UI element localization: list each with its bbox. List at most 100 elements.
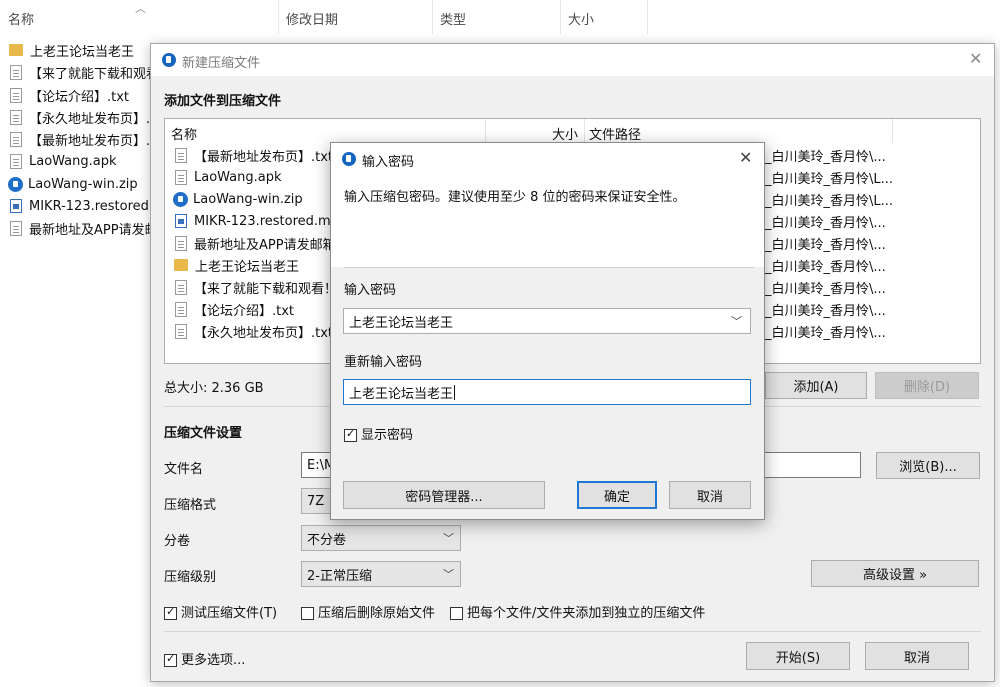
header-name[interactable]: 名称 (171, 124, 197, 143)
column-divider[interactable] (432, 0, 433, 34)
column-divider[interactable] (278, 0, 279, 34)
list-item[interactable]: LaoWang.apk (8, 150, 117, 172)
column-divider[interactable] (485, 119, 486, 143)
column-divider[interactable] (584, 119, 585, 143)
test-archive-checkbox[interactable]: 测试压缩文件(T) (164, 602, 277, 621)
zip-icon (8, 176, 23, 192)
table-row[interactable]: 【来了就能下载和观看！给 (173, 276, 350, 298)
dialog-titlebar[interactable]: 新建压缩文件 ✕ (151, 44, 994, 76)
table-row[interactable]: MIKR-123.restored.mp4 (173, 210, 347, 232)
list-item[interactable]: 【最新地址发布页】.t (8, 128, 155, 150)
table-row[interactable]: LaoWang.apk (173, 166, 282, 188)
row-name: 【永久地址发布页】.txt (194, 325, 334, 341)
chevron-down-icon: ﹀ (443, 568, 454, 581)
checkbox-checked-icon (164, 652, 177, 667)
zip-icon (173, 191, 188, 207)
app-logo-icon (342, 152, 356, 166)
checkbox-label: 更多选项... (181, 653, 246, 668)
text-cursor (454, 384, 456, 400)
browse-button[interactable]: 浏览(B)... (876, 452, 980, 479)
format-value: 7Z (307, 493, 325, 509)
list-item[interactable]: 【来了就能下载和观看 (8, 61, 159, 83)
format-label: 压缩格式 (164, 498, 217, 513)
checkbox-checked-icon (344, 427, 357, 442)
list-item[interactable]: MIKR-123.restored.m (8, 195, 166, 217)
add-button[interactable]: 添加(A) (765, 372, 867, 399)
ok-button[interactable]: 确定 (577, 481, 657, 509)
separate-archives-checkbox[interactable]: 把每个文件/文件夹添加到独立的压缩文件 (450, 602, 705, 621)
chevron-down-icon[interactable]: ﹀ (731, 313, 742, 329)
list-item[interactable]: 最新地址及APP请发邮 (8, 217, 158, 239)
table-row[interactable]: 上老王论坛当老王 (173, 254, 299, 276)
level-select[interactable]: 2-正常压缩 ﹀ (301, 561, 461, 587)
level-label: 压缩级别 (164, 570, 217, 585)
table-header: 名称 大小 文件路径 (165, 119, 980, 143)
header-path[interactable]: 文件路径 (589, 124, 641, 143)
header-size[interactable]: 大小 (552, 124, 578, 143)
volume-label: 分卷 (164, 534, 191, 549)
row-path: _白川美玲_香月怜\... (765, 303, 886, 319)
close-icon[interactable]: ✕ (969, 49, 982, 68)
confirm-password-input[interactable]: 上老王论坛当老王 (343, 379, 751, 405)
row-name: 【来了就能下载和观看！给 (194, 281, 351, 297)
confirm-password-label: 重新输入密码 (344, 355, 423, 370)
close-icon[interactable]: ✕ (739, 148, 752, 167)
show-password-checkbox[interactable]: 显示密码 (344, 424, 413, 443)
volume-select[interactable]: 不分卷 ﹀ (301, 525, 461, 551)
password-label: 输入密码 (344, 283, 397, 298)
dialog-title: 新建压缩文件 (182, 56, 261, 71)
list-item[interactable]: 上老王论坛当老王 (8, 39, 134, 61)
folder-icon (9, 44, 23, 56)
table-row[interactable]: 【论坛介绍】.txt (173, 298, 294, 320)
volume-value: 不分卷 (307, 532, 347, 548)
checkbox-label: 把每个文件/文件夹添加到独立的压缩文件 (467, 606, 706, 621)
password-dialog-titlebar[interactable]: 输入密码 ✕ (331, 143, 764, 175)
total-size: 总大小: 2.36 GB (164, 381, 264, 396)
video-file-icon (175, 214, 187, 228)
table-row[interactable]: LaoWang-win.zip (173, 188, 303, 210)
password-manager-button[interactable]: 密码管理器... (343, 481, 545, 509)
filename-label: 文件名 (164, 462, 204, 477)
delete-button[interactable]: 删除(D) (875, 372, 979, 399)
password-value: 上老王论坛当老王 (349, 315, 454, 331)
row-path: _白川美玲_香月怜\... (765, 281, 886, 297)
column-name[interactable]: 名称 (8, 9, 34, 28)
text-file-icon (175, 279, 187, 295)
sort-up-icon: ︿ (135, 2, 146, 15)
list-item[interactable]: 【论坛介绍】.txt (8, 84, 129, 106)
more-options-checkbox[interactable]: 更多选项... (164, 649, 245, 668)
video-file-icon (10, 199, 22, 213)
column-divider[interactable] (647, 0, 648, 34)
item-label: MIKR-123.restored.m (29, 198, 166, 214)
checkbox-label: 压缩后删除原始文件 (318, 606, 436, 621)
list-item[interactable]: 【永久地址发布页】.t (8, 106, 155, 128)
advanced-settings-button[interactable]: 高级设置 » (811, 560, 979, 587)
table-row[interactable]: 最新地址及APP请发邮箱自 (173, 232, 349, 254)
text-file-icon (10, 220, 22, 236)
item-label: 【来了就能下载和观看 (29, 66, 160, 82)
column-type[interactable]: 类型 (440, 9, 466, 28)
password-dialog-title: 输入密码 (362, 155, 415, 170)
column-size[interactable]: 大小 (568, 9, 594, 28)
item-label: 【论坛介绍】.txt (29, 89, 130, 105)
text-file-icon (175, 235, 187, 251)
cancel-button[interactable]: 取消 (865, 642, 969, 670)
column-divider[interactable] (560, 0, 561, 34)
start-button[interactable]: 开始(S) (746, 642, 850, 670)
text-file-icon (10, 87, 22, 103)
list-item[interactable]: LaoWang-win.zip (8, 173, 138, 195)
row-path: _白川美玲_香月怜\... (765, 149, 886, 165)
password-hint: 输入压缩包密码。建议使用至少 8 位的密码来保证安全性。 (344, 190, 686, 205)
password-cancel-button[interactable]: 取消 (669, 481, 751, 509)
row-name: 上老王论坛当老王 (195, 259, 300, 275)
text-file-icon (175, 301, 187, 317)
text-file-icon (175, 147, 187, 163)
column-divider[interactable] (892, 119, 893, 143)
table-row[interactable]: 【永久地址发布页】.txt (173, 320, 333, 342)
table-row[interactable]: 【最新地址发布页】.txt (173, 144, 333, 166)
password-input[interactable]: 上老王论坛当老王 ﹀ (343, 308, 751, 334)
delete-after-checkbox[interactable]: 压缩后删除原始文件 (301, 602, 435, 621)
column-modified[interactable]: 修改日期 (286, 9, 338, 28)
app-logo-icon (162, 53, 176, 67)
explorer-column-header: 名称 ︿ 修改日期 类型 大小 (0, 0, 1000, 36)
